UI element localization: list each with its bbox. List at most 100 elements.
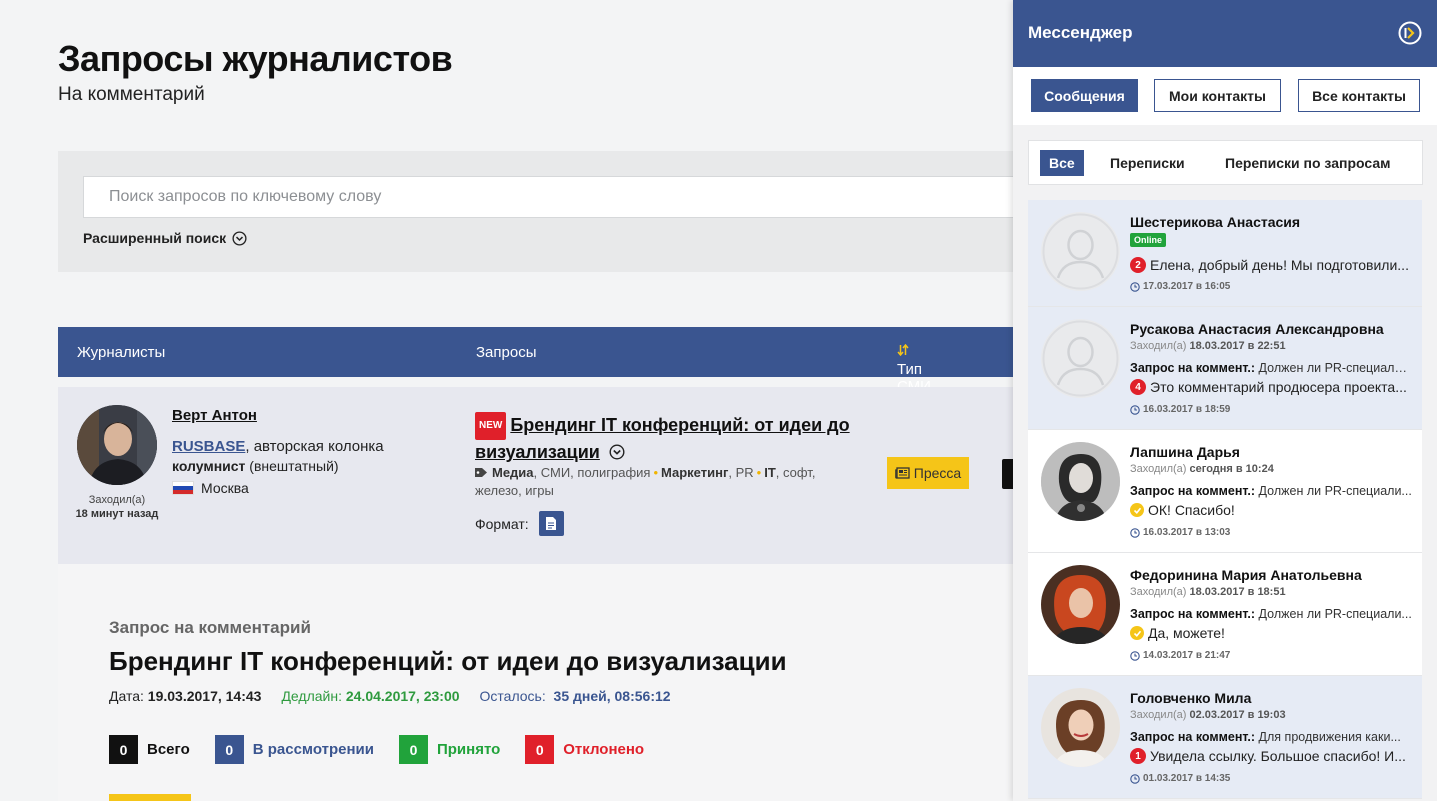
request-detail-title: Брендинг IT конференций: от идеи до визу… <box>109 646 787 676</box>
request-text: Должен ли PR-специали... <box>1258 484 1412 498</box>
contact-name: Головченко Мила <box>1130 690 1252 706</box>
message-text: ОК! Спасибо! <box>1148 502 1235 518</box>
role: колумнист <box>172 458 246 474</box>
tab-my-contacts[interactable]: Мои контакты <box>1154 79 1281 112</box>
clock-icon <box>1130 650 1140 661</box>
clock-icon <box>1130 281 1140 292</box>
messenger-tabs: Сообщения Мои контакты Все контакты <box>1013 67 1437 125</box>
request-label: Запрос на коммент.: <box>1130 484 1256 498</box>
conversation-item[interactable]: Федоринина Мария Анатольевна Заходил(а) … <box>1028 553 1422 676</box>
request-label: Запрос на коммент.: <box>1130 607 1256 621</box>
format-label: Формат: <box>475 515 529 532</box>
search-panel: Расширенный поиск <box>58 151 1058 272</box>
request-format: Формат: <box>475 511 564 536</box>
new-badge: NEW <box>475 412 507 440</box>
contact-avatar <box>1041 688 1120 767</box>
contact-avatar <box>1041 319 1120 398</box>
column-header-journalists[interactable]: Журналисты <box>77 344 165 361</box>
stat-total[interactable]: 0 Всего <box>109 735 190 764</box>
circle-chevron-down-icon[interactable] <box>609 444 625 460</box>
messenger-header: Мессенджер <box>1013 0 1437 67</box>
media-type-press-button[interactable]: Пресса <box>887 457 969 489</box>
city: Москва <box>201 480 249 496</box>
table-header: Журналисты Запросы Тип СМИ <box>58 327 1058 395</box>
stat-accepted-label: Принято <box>436 741 501 758</box>
stat-rejected-label: Отклонено <box>563 741 645 758</box>
check-icon <box>1130 503 1144 517</box>
tab-all-contacts[interactable]: Все контакты <box>1298 79 1420 112</box>
date-value: 19.03.2017, 14:43 <box>147 688 262 704</box>
unread-count-badge: 1 <box>1130 748 1146 764</box>
column-header-media-type[interactable]: Тип СМИ <box>897 344 931 395</box>
time-text: 16.03.2017 в 13:03 <box>1143 527 1231 538</box>
contact-name: Лапшина Дарья <box>1130 444 1240 460</box>
visited-time: 18.03.2017 в 22:51 <box>1189 340 1286 352</box>
media-link[interactable]: RUSBASE <box>172 438 245 455</box>
filter-request-conversations[interactable]: Переписки по запросам <box>1225 150 1390 176</box>
visited-label: Заходил(а) <box>1130 463 1187 475</box>
visited-label: Заходил(а) <box>1130 340 1187 352</box>
stat-review-label: В рассмотрении <box>252 741 374 758</box>
journalist-media: RUSBASE, авторская колонка <box>172 438 384 455</box>
journalist-city: Москва <box>172 480 249 496</box>
request-title-link[interactable]: NEW Брендинг IT конференций: от идеи до в… <box>475 412 875 464</box>
response-stats: 0 Всего 0 В рассмотрении 0 Принято 0 Отклоне… <box>109 735 669 764</box>
message-time: 14.03.2017 в 21:47 <box>1130 650 1230 661</box>
tag-marketing[interactable]: Маркетинг <box>661 465 728 480</box>
visited-time: сегодня в 10:24 <box>1189 463 1274 475</box>
message-time: 17.03.2017 в 16:05 <box>1130 281 1230 292</box>
request-reference: Запрос на коммент.: Должен ли PR-специал… <box>1130 361 1413 375</box>
stat-rejected[interactable]: 0 Отклонено <box>525 735 644 764</box>
unread-count-badge: 4 <box>1130 379 1146 395</box>
request-tags: Медиа, СМИ, полиграфия • Маркетинг, PR • IT,… <box>475 465 816 498</box>
request-text: Должен ли PR-специалист... <box>1258 361 1413 375</box>
tag-icon <box>475 468 487 477</box>
table-row[interactable]: Заходил(а) 18 минут назад Верт Антон RUS… <box>58 387 1058 564</box>
visited-label: Заходил(а) <box>1130 709 1187 721</box>
conversation-item[interactable]: Шестерикова Анастасия Online 2 Елена, доб… <box>1028 200 1422 307</box>
visited-label: Заходил(а) <box>1130 586 1187 598</box>
request-dates: Дата: 19.03.2017, 14:43 Дедлайн: 24.04.2… <box>109 688 671 704</box>
document-icon[interactable] <box>538 511 564 536</box>
time-text: 17.03.2017 в 16:05 <box>1143 281 1231 292</box>
visited-time: 18.03.2017 в 18:51 <box>1189 586 1286 598</box>
conversation-item[interactable]: Русакова Анастасия Александровна Заходил… <box>1028 307 1422 430</box>
tag-marketing-rest: , PR <box>728 465 754 480</box>
tag-media[interactable]: Медиа <box>492 465 534 480</box>
circle-arrow-right-icon[interactable] <box>1397 20 1423 46</box>
time-text: 01.03.2017 в 14:35 <box>1143 773 1231 784</box>
search-input[interactable] <box>83 176 1058 218</box>
unread-count-badge: 2 <box>1130 257 1146 273</box>
message-text: Это комментарий продюсера проекта... <box>1150 379 1407 395</box>
respond-button-partial[interactable] <box>109 794 191 801</box>
request-label: Запрос на коммент.: <box>1130 361 1256 375</box>
filter-conversations[interactable]: Переписки <box>1110 150 1185 176</box>
contact-visited: Заходил(а) сегодня в 10:24 <box>1130 463 1274 475</box>
contact-name: Шестерикова Анастасия <box>1130 214 1301 230</box>
journalist-name[interactable]: Верт Антон <box>172 407 257 424</box>
stat-review-count: 0 <box>214 735 244 764</box>
journalist-avatar[interactable] <box>77 405 157 485</box>
stat-total-label: Всего <box>147 741 190 758</box>
contact-avatar <box>1041 212 1120 291</box>
media-type-label: Пресса <box>913 465 962 481</box>
tag-it[interactable]: IT <box>764 465 776 480</box>
column-header-requests[interactable]: Запросы <box>476 344 537 361</box>
last-message: 2 Елена, добрый день! Мы подготовили... <box>1130 257 1413 273</box>
page-subtitle: На комментарий <box>58 84 205 105</box>
clock-icon <box>1130 773 1140 784</box>
conversation-item[interactable]: Головченко Мила Заходил(а) 02.03.2017 в … <box>1028 676 1422 799</box>
message-time: 01.03.2017 в 14:35 <box>1130 773 1230 784</box>
advanced-search-toggle[interactable]: Расширенный поиск <box>83 230 247 246</box>
conversation-item[interactable]: Лапшина Дарья Заходил(а) сегодня в 10:24… <box>1028 430 1422 553</box>
page-title: Запросы журналистов <box>58 38 453 79</box>
clock-icon <box>1130 527 1140 538</box>
contact-name: Федоринина Мария Анатольевна <box>1130 567 1362 583</box>
contact-visited: Заходил(а) 18.03.2017 в 18:51 <box>1130 586 1286 598</box>
filter-all[interactable]: Все <box>1040 150 1084 176</box>
tab-messages[interactable]: Сообщения <box>1031 79 1138 112</box>
request-kind: Запрос на комментарий <box>109 618 311 637</box>
online-badge: Online <box>1130 233 1167 247</box>
stat-review[interactable]: 0 В рассмотрении <box>214 735 374 764</box>
stat-accepted[interactable]: 0 Принято <box>398 735 501 764</box>
